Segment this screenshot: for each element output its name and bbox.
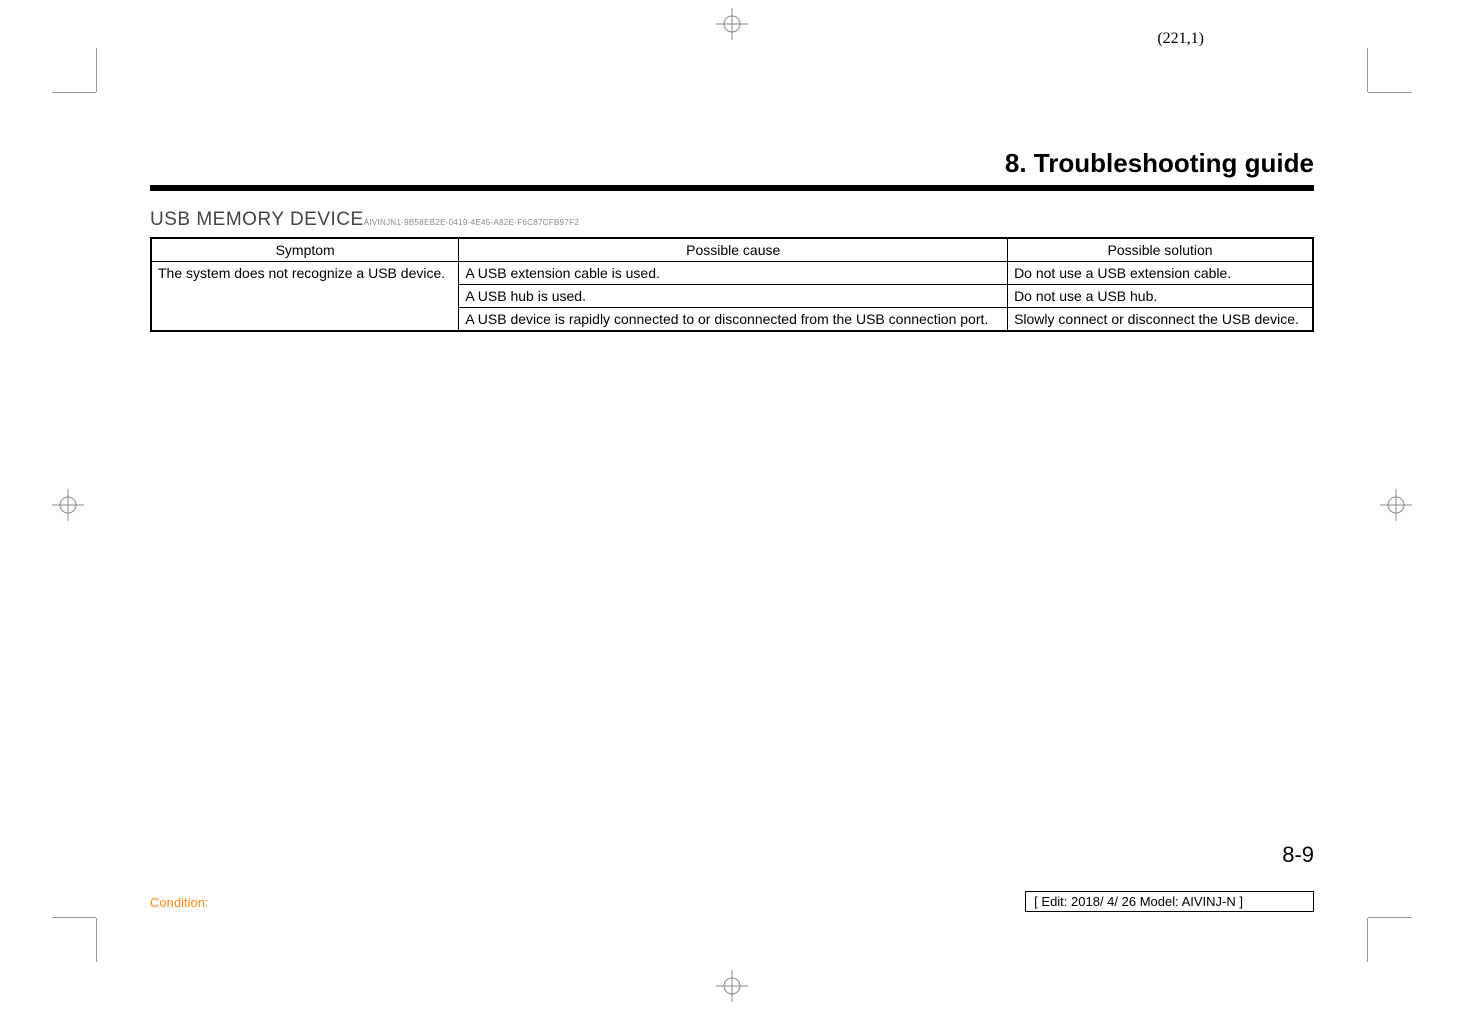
- table-row: The system does not recognize a USB devi…: [151, 262, 1313, 285]
- cell-solution: Do not use a USB hub.: [1008, 285, 1313, 308]
- col-solution: Possible solution: [1008, 238, 1313, 262]
- troubleshooting-table: Symptom Possible cause Possible solution…: [150, 237, 1314, 332]
- cell-solution: Slowly connect or disconnect the USB dev…: [1008, 308, 1313, 332]
- col-symptom: Symptom: [151, 238, 459, 262]
- crop-mark: [1368, 92, 1412, 93]
- col-cause: Possible cause: [459, 238, 1008, 262]
- cell-cause: A USB hub is used.: [459, 285, 1008, 308]
- footer-condition: Condition:: [150, 895, 209, 910]
- crop-mark: [96, 918, 97, 962]
- cell-solution: Do not use a USB extension cable.: [1008, 262, 1313, 285]
- crop-mark: [1368, 917, 1412, 918]
- page-content: 8. Troubleshooting guide USB MEMORY DEVI…: [150, 148, 1314, 910]
- cell-cause: A USB device is rapidly connected to or …: [459, 308, 1008, 332]
- table-header-row: Symptom Possible cause Possible solution: [151, 238, 1313, 262]
- registration-mark-icon: [716, 8, 748, 40]
- page-number: 8-9: [1282, 842, 1314, 868]
- crop-mark: [52, 92, 96, 93]
- crop-mark: [1367, 48, 1368, 92]
- page-coordinate: (221,1): [1157, 30, 1204, 48]
- section-title: USB MEMORY DEVICE: [150, 209, 364, 231]
- cell-symptom: The system does not recognize a USB devi…: [151, 262, 459, 332]
- crop-mark: [52, 917, 96, 918]
- registration-mark-icon: [1380, 489, 1412, 521]
- cell-cause: A USB extension cable is used.: [459, 262, 1008, 285]
- section-header: USB MEMORY DEVICE AIVINJN1-9B58EB2E-0419…: [150, 209, 1314, 233]
- chapter-title: 8. Troubleshooting guide: [150, 148, 1314, 179]
- title-rule: [150, 185, 1314, 191]
- crop-mark: [96, 48, 97, 92]
- registration-mark-icon: [716, 970, 748, 1002]
- section-id: AIVINJN1-9B58EB2E-0419-4E45-A82E-F6C87CF…: [364, 218, 579, 227]
- footer-edit-info: [ Edit: 2018/ 4/ 26 Model: AIVINJ-N ]: [1025, 891, 1314, 912]
- registration-mark-icon: [52, 489, 84, 521]
- crop-mark: [1367, 918, 1368, 962]
